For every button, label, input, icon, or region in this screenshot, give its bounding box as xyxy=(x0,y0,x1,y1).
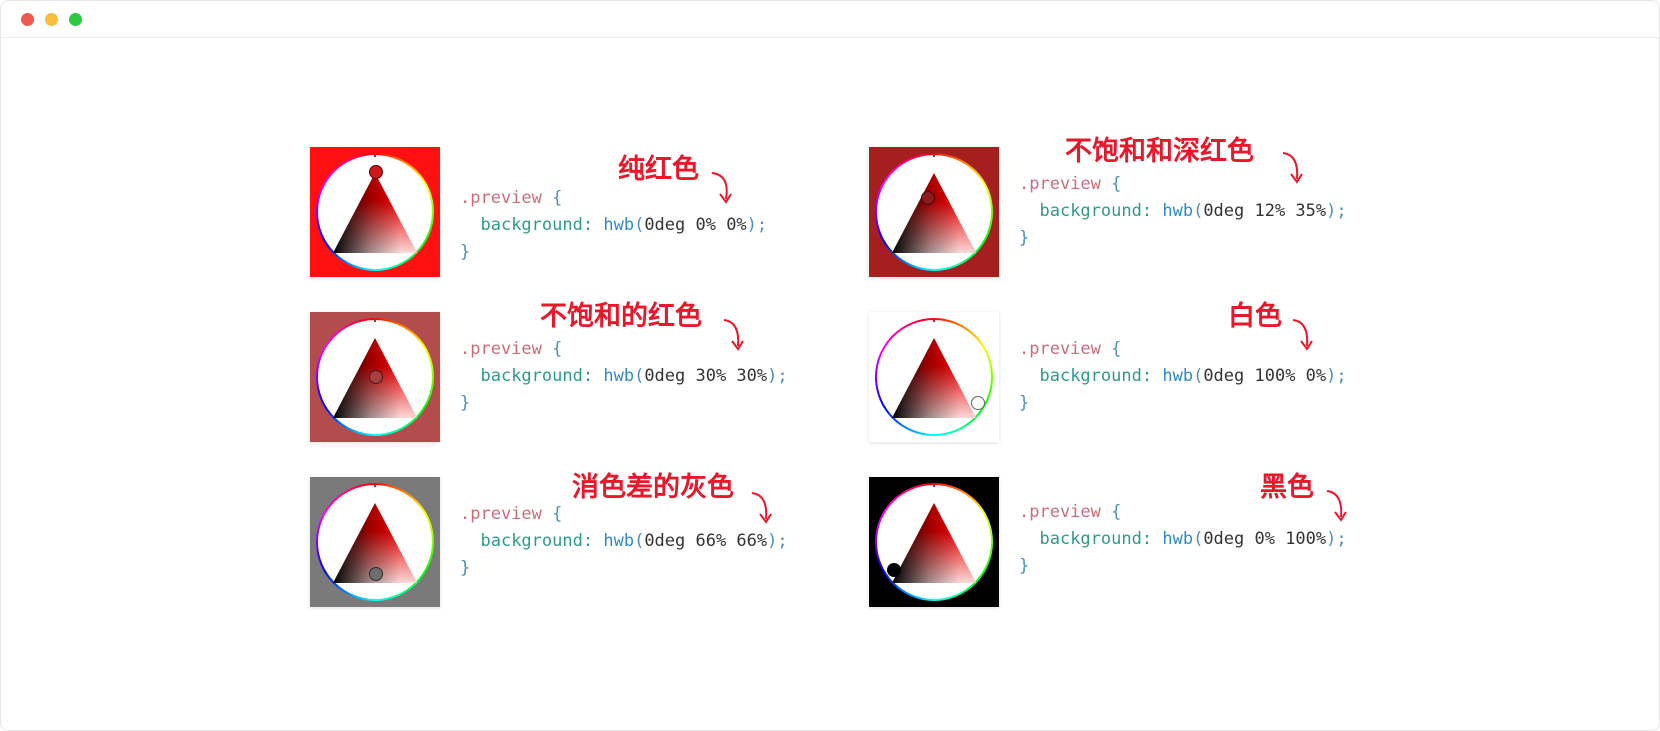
annotation-arrow xyxy=(711,172,732,204)
css-function: hwb xyxy=(603,215,635,235)
css-open-brace: { xyxy=(552,188,563,208)
css-function: hwb xyxy=(603,366,635,386)
css-function: hwb xyxy=(603,531,635,551)
css-close-brace: } xyxy=(460,242,471,262)
css-close-brace: } xyxy=(1019,556,1030,576)
css-selector: .preview xyxy=(460,339,542,359)
title-bar xyxy=(1,1,1659,38)
css-selector: .preview xyxy=(1019,339,1101,359)
color-wheel xyxy=(316,153,434,271)
css-property: background xyxy=(480,366,583,386)
css-selector: .preview xyxy=(460,188,542,208)
color-wheel xyxy=(316,318,434,436)
css-args: 0deg 30% 30% xyxy=(644,366,768,386)
annotation-arrow xyxy=(1282,152,1303,184)
picker-handle xyxy=(369,165,383,179)
color-preview-swatch xyxy=(869,312,999,442)
css-args: 0deg 100% 0% xyxy=(1203,366,1327,386)
css-colon: : xyxy=(582,215,594,235)
example-black: .preview { background: hwb(0deg 0% 100%)… xyxy=(869,472,1429,612)
close-window-button[interactable] xyxy=(21,13,34,26)
css-args: 0deg 66% 66% xyxy=(644,531,768,551)
annotation-arrow xyxy=(723,319,744,351)
annotation-arrow xyxy=(751,492,772,524)
css-colon: : xyxy=(582,531,594,551)
css-property: background xyxy=(1039,529,1142,549)
css-selector: .preview xyxy=(1019,502,1101,522)
css-colon: : xyxy=(1141,366,1153,386)
css-property: background xyxy=(480,531,583,551)
css-function: hwb xyxy=(1162,529,1194,549)
picker-handle xyxy=(921,191,935,205)
css-property: background xyxy=(1039,366,1142,386)
color-wheel xyxy=(875,483,993,601)
css-close-brace: } xyxy=(460,558,471,578)
annotation-label: 纯红色 xyxy=(618,154,699,185)
annotation-label: 不饱和和深红色 xyxy=(1065,136,1254,167)
picker-handle xyxy=(369,567,383,581)
css-open-brace: { xyxy=(1111,502,1122,522)
color-preview-swatch xyxy=(869,147,999,277)
css-args: 0deg 0% 100% xyxy=(1203,529,1327,549)
picker-handle xyxy=(971,396,985,410)
css-function: hwb xyxy=(1162,201,1194,221)
css-close-brace: } xyxy=(1019,228,1030,248)
color-preview-swatch xyxy=(310,477,440,607)
css-property: background xyxy=(480,215,583,235)
annotation-label: 白色 xyxy=(1228,301,1282,332)
css-colon: : xyxy=(1141,529,1153,549)
css-code-block: .preview { background: hwb(0deg 66% 66%)… xyxy=(460,504,788,578)
css-selector: .preview xyxy=(1019,174,1101,194)
picker-handle xyxy=(369,370,383,384)
css-open-brace: { xyxy=(1111,174,1122,194)
color-preview-swatch xyxy=(869,477,999,607)
color-wheel xyxy=(875,318,993,436)
css-colon: : xyxy=(582,366,594,386)
css-close-brace: } xyxy=(1019,393,1030,413)
css-property: background xyxy=(1039,201,1142,221)
css-open-brace: { xyxy=(1111,339,1122,359)
app-window: .preview { background: hwb(0deg 0% 0%); … xyxy=(0,0,1660,731)
picker-handle xyxy=(887,563,901,577)
zoom-window-button[interactable] xyxy=(69,13,82,26)
css-selector: .preview xyxy=(460,504,542,524)
css-open-brace: { xyxy=(552,339,563,359)
annotation-arrow xyxy=(1326,490,1347,522)
minimize-window-button[interactable] xyxy=(45,13,58,26)
color-preview-swatch xyxy=(310,312,440,442)
example-desaturated-red: .preview { background: hwb(0deg 30% 30%)… xyxy=(310,301,870,447)
annotation-label: 消色差的灰色 xyxy=(572,472,734,503)
css-open-brace: { xyxy=(552,504,563,524)
example-dark-red: .preview { background: hwb(0deg 12% 35%)… xyxy=(869,136,1429,282)
example-pure-red: .preview { background: hwb(0deg 0% 0%); … xyxy=(310,147,870,282)
example-white: .preview { background: hwb(0deg 100% 0%)… xyxy=(869,301,1429,447)
css-function: hwb xyxy=(1162,366,1194,386)
color-preview-swatch xyxy=(310,147,440,277)
css-code-block: .preview { background: hwb(0deg 0% 100%)… xyxy=(1019,502,1347,576)
example-achromatic-gray: .preview { background: hwb(0deg 66% 66%)… xyxy=(310,472,870,612)
annotation-label: 不饱和的红色 xyxy=(540,301,702,332)
color-wheel xyxy=(875,153,993,271)
css-args: 0deg 0% 0% xyxy=(644,215,747,235)
css-args: 0deg 12% 35% xyxy=(1203,201,1327,221)
css-colon: : xyxy=(1141,201,1153,221)
css-close-brace: } xyxy=(460,393,471,413)
annotation-label: 黑色 xyxy=(1260,472,1314,503)
annotation-arrow xyxy=(1292,319,1313,351)
color-wheel xyxy=(316,483,434,601)
